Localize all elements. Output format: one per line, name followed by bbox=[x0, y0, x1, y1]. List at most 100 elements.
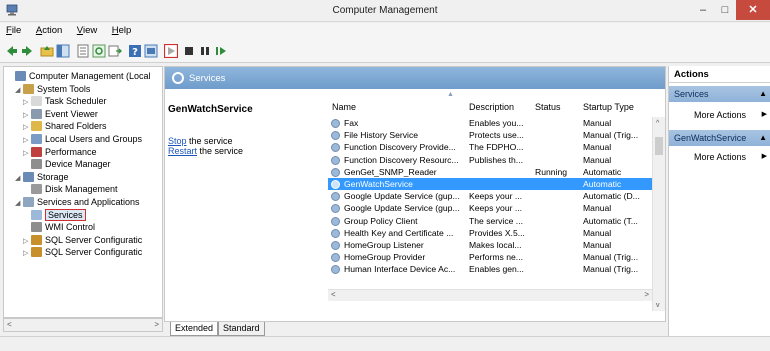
console-tree: Computer Management (Local ◢ System Tools ▷… bbox=[3, 66, 163, 318]
tree-item-icon bbox=[31, 247, 42, 258]
tab-extended[interactable]: Extended bbox=[170, 322, 219, 336]
tree-item[interactable]: ◢ Services and Applications bbox=[15, 196, 140, 209]
service-row[interactable]: Group Policy Client The service ... Automa… bbox=[328, 215, 652, 227]
tree-item-label: Shared Folders bbox=[45, 121, 107, 132]
stop-service-line: Stop the service bbox=[168, 136, 233, 146]
export-list-icon[interactable] bbox=[108, 44, 122, 58]
services-header-title: Services bbox=[189, 73, 226, 84]
console-view-icon[interactable] bbox=[144, 44, 158, 58]
menu-action[interactable]: Action bbox=[30, 23, 68, 38]
start-service-icon[interactable] bbox=[164, 44, 178, 58]
collapse-icon[interactable]: ▲ bbox=[759, 130, 767, 146]
more-actions-genwatchservice[interactable]: More Actions ▶ bbox=[694, 150, 770, 164]
tree-item[interactable]: ▷ Event Viewer bbox=[23, 108, 98, 121]
scroll-right-icon[interactable]: > bbox=[154, 320, 159, 329]
column-description[interactable]: Description bbox=[469, 102, 514, 112]
column-name[interactable]: Name bbox=[332, 102, 356, 112]
restart-service-text: the service bbox=[197, 146, 244, 156]
collapse-icon[interactable]: ▲ bbox=[759, 86, 767, 102]
more-actions-services[interactable]: More Actions ▶ bbox=[694, 108, 770, 122]
service-row[interactable]: GenGet_SNMP_Reader Running Automatic bbox=[328, 166, 652, 178]
service-row[interactable]: GenWatchService Automatic bbox=[328, 178, 652, 190]
help-icon[interactable]: ? bbox=[128, 44, 142, 58]
hscroll-right-icon[interactable]: > bbox=[644, 290, 649, 299]
maximize-button[interactable]: □ bbox=[714, 0, 736, 20]
expand-arrow-icon[interactable]: ▷ bbox=[23, 247, 31, 260]
minimize-button[interactable]: – bbox=[692, 0, 714, 20]
restart-service-icon[interactable] bbox=[214, 44, 228, 58]
show-hide-tree-icon[interactable] bbox=[56, 44, 70, 58]
services-vertical-scrollbar[interactable]: ^ v bbox=[652, 117, 665, 311]
service-name: GenWatchService bbox=[344, 179, 413, 189]
tree-item-icon bbox=[31, 184, 42, 195]
pause-service-icon[interactable] bbox=[198, 44, 212, 58]
expand-arrow-icon[interactable]: ◢ bbox=[15, 172, 23, 185]
forward-icon[interactable] bbox=[20, 44, 34, 58]
tree-item[interactable]: ◢ System Tools bbox=[15, 83, 90, 96]
service-row[interactable]: HomeGroup Provider Performs ne... Manual (… bbox=[328, 251, 652, 263]
refresh-icon[interactable] bbox=[92, 44, 106, 58]
menu-file[interactable]: File bbox=[0, 23, 27, 38]
up-folder-icon[interactable] bbox=[40, 44, 54, 58]
service-row[interactable]: Human Interface Device Ac... Enables gen.… bbox=[328, 263, 652, 275]
service-row[interactable]: File History Service Protects use... Manua… bbox=[328, 129, 652, 141]
window-title: Computer Management bbox=[332, 5, 438, 16]
service-row[interactable]: Health Key and Certificate ... Provides X… bbox=[328, 227, 652, 239]
service-row[interactable]: Fax Enables you... Manual bbox=[328, 117, 652, 129]
stop-service-icon[interactable] bbox=[182, 44, 196, 58]
tree-item[interactable]: Computer Management (Local bbox=[7, 70, 151, 83]
scroll-up-icon[interactable]: ^ bbox=[656, 120, 659, 127]
tab-standard[interactable]: Standard bbox=[218, 322, 265, 336]
expand-arrow-icon[interactable]: ◢ bbox=[15, 197, 23, 210]
tree-item-label: Task Scheduler bbox=[45, 96, 107, 107]
menu-view[interactable]: View bbox=[71, 23, 103, 38]
tree-item[interactable]: Services bbox=[23, 208, 86, 222]
tree-item[interactable]: ▷ SQL Server Configuratic bbox=[23, 234, 142, 247]
service-gear-icon bbox=[331, 265, 340, 275]
service-desc: Makes local... bbox=[469, 240, 522, 250]
tree-item-label: SQL Server Configuratic bbox=[45, 247, 143, 258]
tree-item[interactable]: ▷ Shared Folders bbox=[23, 120, 107, 133]
tree-item[interactable]: ▷ Local Users and Groups bbox=[23, 133, 142, 146]
services-pane: Services GenWatchService Stop the servic… bbox=[164, 66, 666, 322]
stop-service-link[interactable]: Stop bbox=[168, 136, 187, 146]
tree-horizontal-scrollbar[interactable]: < > bbox=[3, 318, 163, 332]
service-type: Manual (Trig... bbox=[583, 252, 639, 263]
service-name: HomeGroup Provider bbox=[344, 252, 426, 263]
scroll-left-icon[interactable]: < bbox=[7, 320, 12, 329]
tree-item[interactable]: WMI Control bbox=[23, 221, 95, 234]
service-row[interactable]: Google Update Service (gup... Keeps your … bbox=[328, 202, 652, 214]
tree-item[interactable]: ▷ Task Scheduler bbox=[23, 95, 107, 108]
actions-group-services[interactable]: Services ▲ bbox=[669, 86, 770, 102]
restart-service-link[interactable]: Restart bbox=[168, 146, 197, 156]
tree-item-icon bbox=[31, 222, 42, 233]
tree-item[interactable]: Disk Management bbox=[23, 183, 118, 196]
close-button[interactable]: ✕ bbox=[736, 0, 770, 20]
service-row[interactable]: Function Discovery Resourc... Publishes t… bbox=[328, 154, 652, 166]
actions-group-genwatchservice[interactable]: GenWatchService ▲ bbox=[669, 130, 770, 146]
column-startup-type[interactable]: Startup Type bbox=[583, 102, 634, 112]
column-status[interactable]: Status bbox=[535, 102, 561, 112]
services-list-header: ▲ Name Description Status Startup Type bbox=[328, 89, 665, 117]
service-name: Health Key and Certificate ... bbox=[344, 227, 454, 238]
service-gear-icon bbox=[331, 253, 340, 263]
menu-bar: File Action View Help bbox=[0, 23, 770, 39]
scroll-down-icon[interactable]: v bbox=[656, 302, 660, 309]
tree-item-label: Performance bbox=[45, 146, 97, 157]
tree-item[interactable]: ▷ SQL Server Configuratic bbox=[23, 246, 142, 259]
tree-item[interactable]: ▷ Performance bbox=[23, 146, 97, 159]
properties-icon[interactable] bbox=[76, 44, 90, 58]
tree-item[interactable]: Device Manager bbox=[23, 158, 111, 171]
expand-arrow-icon[interactable]: ◢ bbox=[15, 84, 23, 97]
services-horizontal-scrollbar[interactable]: < > bbox=[328, 289, 652, 301]
back-icon[interactable] bbox=[5, 44, 19, 58]
tree-item[interactable]: ◢ Storage bbox=[15, 171, 69, 184]
service-row[interactable]: HomeGroup Listener Makes local... Manual bbox=[328, 239, 652, 251]
hscroll-left-icon[interactable]: < bbox=[331, 290, 336, 299]
service-row[interactable]: Function Discovery Provide... The FDPHO..… bbox=[328, 141, 652, 153]
service-row[interactable]: Google Update Service (gup... Keeps your … bbox=[328, 190, 652, 202]
menu-help[interactable]: Help bbox=[106, 23, 138, 38]
selected-service-title: GenWatchService bbox=[168, 104, 253, 115]
view-tabs: Extended Standard bbox=[164, 322, 666, 336]
scroll-thumb[interactable] bbox=[655, 137, 663, 155]
